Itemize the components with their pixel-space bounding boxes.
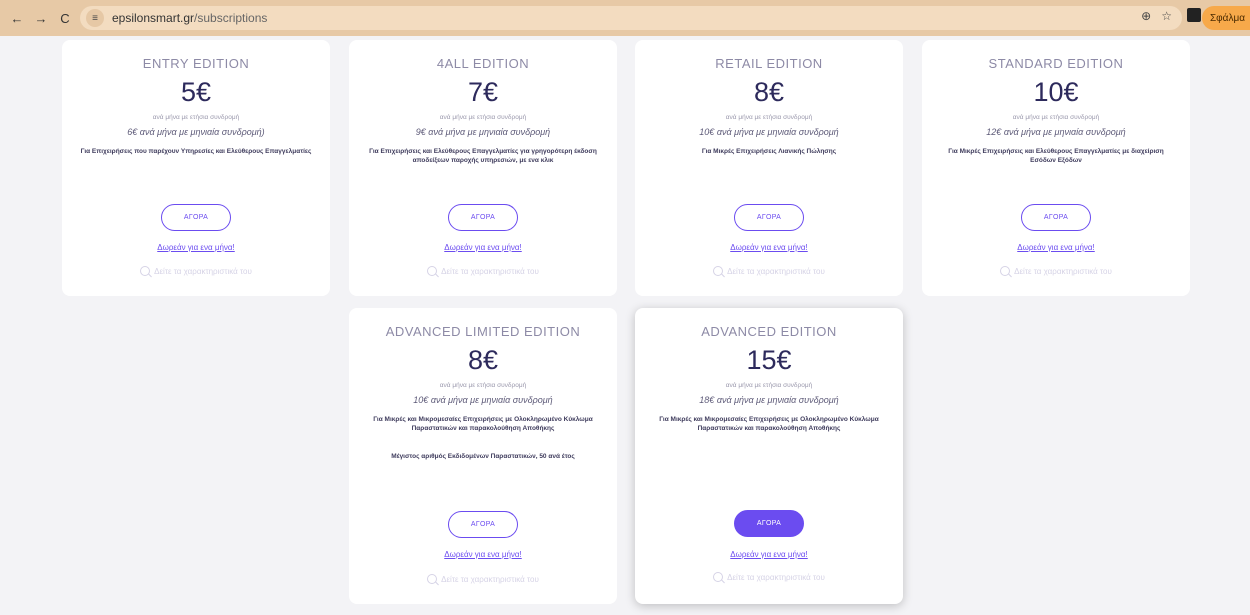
plan-card: RETAIL EDITION 8€ ανά μήνα με ετήσια συνδρ… <box>635 40 903 296</box>
search-icon <box>1000 266 1011 276</box>
plan-monthly-note: 10€ ανά μήνα με μηνιαία συνδρομή <box>699 127 839 137</box>
plan-description: Για Επιχειρήσεις και Ελεύθερους Επαγγελμ… <box>369 148 597 165</box>
free-trial-link[interactable]: Δωρεάν για ενα μήνα! <box>62 243 330 252</box>
view-features-label: Δείτε τα χαρακτηριστικά του <box>727 266 825 276</box>
plan-edition-title: ADVANCED LIMITED EDITION <box>385 324 581 339</box>
plan-price: 5€ <box>180 77 212 107</box>
plan-yearly-note: ανά μήνα με ετήσια συνδρομή <box>1012 114 1100 121</box>
plan-monthly-note: 6€ ανά μήνα με μηνιαία συνδρομή) <box>127 127 265 137</box>
forward-arrow-icon[interactable]: → <box>30 7 52 29</box>
plan-price: 8€ <box>467 345 499 375</box>
plan-card: 4ALL EDITION 7€ ανά μήνα με ετήσια συνδρομ… <box>349 40 617 296</box>
view-features-link[interactable]: Δείτε τα χαρακτηριστικά του <box>635 266 903 276</box>
bookmark-star-icon[interactable]: ☆ <box>1161 9 1172 23</box>
plan-yearly-note: ανά μήνα με ετήσια συνδρομή <box>152 114 240 121</box>
plan-edition-title: ENTRY EDITION <box>142 56 250 71</box>
zoom-icon[interactable]: ⊕ <box>1141 9 1151 23</box>
plan-card: ADVANCED EDITION 15€ ανά μήνα με ετήσια συ… <box>635 308 903 604</box>
view-features-link[interactable]: Δείτε τα χαρακτηριστικά του <box>635 572 903 582</box>
browser-toolbar: ← → C ≡ epsilonsmart.gr/subscriptions ⊕ … <box>0 0 1250 36</box>
plan-monthly-note: 9€ ανά μήνα με μηνιαία συνδρομή <box>415 127 551 137</box>
plan-card: STANDARD EDITION 10€ ανά μήνα με ετήσια συ… <box>922 40 1190 296</box>
view-features-label: Δείτε τα χαρακτηριστικά του <box>727 572 825 582</box>
plan-yearly-note: ανά μήνα με ετήσια συνδρομή <box>725 382 813 389</box>
url-text[interactable]: epsilonsmart.gr/subscriptions <box>112 11 267 25</box>
buy-button[interactable]: ΑΓΟΡΑ <box>161 204 231 231</box>
search-icon <box>427 266 438 276</box>
plan-yearly-note: ανά μήνα με ετήσια συνδρομή <box>439 382 527 389</box>
plan-card: ENTRY EDITION 5€ ανά μήνα με ετήσια συνδρο… <box>62 40 330 296</box>
buy-button[interactable]: ΑΓΟΡΑ <box>448 511 518 538</box>
free-trial-link[interactable]: Δωρεάν για ενα μήνα! <box>922 243 1190 252</box>
plan-description: Για Μικρές και Μικρομεσαίες Επιχειρήσεις… <box>373 416 593 433</box>
plan-monthly-note: 12€ ανά μήνα με μηνιαία συνδρομή <box>986 127 1126 137</box>
free-trial-link[interactable]: Δωρεάν για ενα μήνα! <box>349 550 617 559</box>
url-path: /subscriptions <box>194 11 268 25</box>
plan-extra-note: Μέγιστος αριθμός Εκδιδομένων Παραστατικώ… <box>391 452 575 460</box>
plan-description: Για Μικρές Επιχειρήσεις και Ελεύθερους Ε… <box>948 148 1164 165</box>
plan-card: ADVANCED LIMITED EDITION 8€ ανά μήνα με ετ… <box>349 308 617 604</box>
sidebar-toggle-icon[interactable] <box>1187 8 1201 22</box>
plan-yearly-note: ανά μήνα με ετήσια συνδρομή <box>439 114 527 121</box>
view-features-link[interactable]: Δείτε τα χαρακτηριστικά του <box>349 574 617 584</box>
search-icon <box>140 266 151 276</box>
buy-button[interactable]: ΑΓΟΡΑ <box>734 510 804 537</box>
plan-edition-title: 4ALL EDITION <box>436 56 530 71</box>
plan-edition-title: RETAIL EDITION <box>715 56 823 71</box>
error-label: Σφάλμα <box>1210 12 1245 24</box>
search-icon <box>713 266 724 276</box>
buy-button[interactable]: ΑΓΟΡΑ <box>734 204 804 231</box>
plan-edition-title: STANDARD EDITION <box>988 56 1124 71</box>
view-features-link[interactable]: Δείτε τα χαρακτηριστικά του <box>62 266 330 276</box>
address-bar[interactable]: ≡ epsilonsmart.gr/subscriptions ⊕ ☆ <box>80 6 1182 30</box>
plan-description: Για Μικρές και Μικρομεσαίες Επιχειρήσεις… <box>659 416 879 433</box>
view-features-label: Δείτε τα χαρακτηριστικά του <box>1014 266 1112 276</box>
free-trial-link[interactable]: Δωρεάν για ενα μήνα! <box>635 243 903 252</box>
view-features-label: Δείτε τα χαρακτηριστικά του <box>154 266 252 276</box>
reload-icon[interactable]: C <box>54 7 76 29</box>
url-domain: epsilonsmart.gr <box>112 11 195 25</box>
plan-edition-title: ADVANCED EDITION <box>701 324 837 339</box>
free-trial-link[interactable]: Δωρεάν για ενα μήνα! <box>349 243 617 252</box>
search-icon <box>713 572 724 582</box>
free-trial-link[interactable]: Δωρεάν για ενα μήνα! <box>635 550 903 559</box>
plan-price: 10€ <box>1033 77 1079 107</box>
view-features-link[interactable]: Δείτε τα χαρακτηριστικά του <box>349 266 617 276</box>
plan-price: 7€ <box>467 77 499 107</box>
plan-yearly-note: ανά μήνα με ετήσια συνδρομή <box>725 114 813 121</box>
plan-price: 15€ <box>746 345 792 375</box>
plan-monthly-note: 18€ ανά μήνα με μηνιαία συνδρομή <box>699 395 839 405</box>
view-features-link[interactable]: Δείτε τα χαρακτηριστικά του <box>922 266 1190 276</box>
view-features-label: Δείτε τα χαρακτηριστικά του <box>441 574 539 584</box>
error-button[interactable]: Σφάλμα ⋮ <box>1202 6 1250 30</box>
buy-button[interactable]: ΑΓΟΡΑ <box>1021 204 1091 231</box>
site-settings-icon[interactable]: ≡ <box>86 9 104 27</box>
search-icon <box>427 574 438 584</box>
back-arrow-icon[interactable]: ← <box>6 7 28 29</box>
buy-button[interactable]: ΑΓΟΡΑ <box>448 204 518 231</box>
view-features-label: Δείτε τα χαρακτηριστικά του <box>441 266 539 276</box>
plan-description: Για Επιχειρήσεις που παρέχουν Υπηρεσίες … <box>80 148 312 155</box>
plan-description: Για Μικρές Επιχειρήσεις Λιανικής Πώλησης <box>701 148 837 155</box>
plan-monthly-note: 10€ ανά μήνα με μηνιαία συνδρομή <box>413 395 553 405</box>
plan-price: 8€ <box>753 77 785 107</box>
